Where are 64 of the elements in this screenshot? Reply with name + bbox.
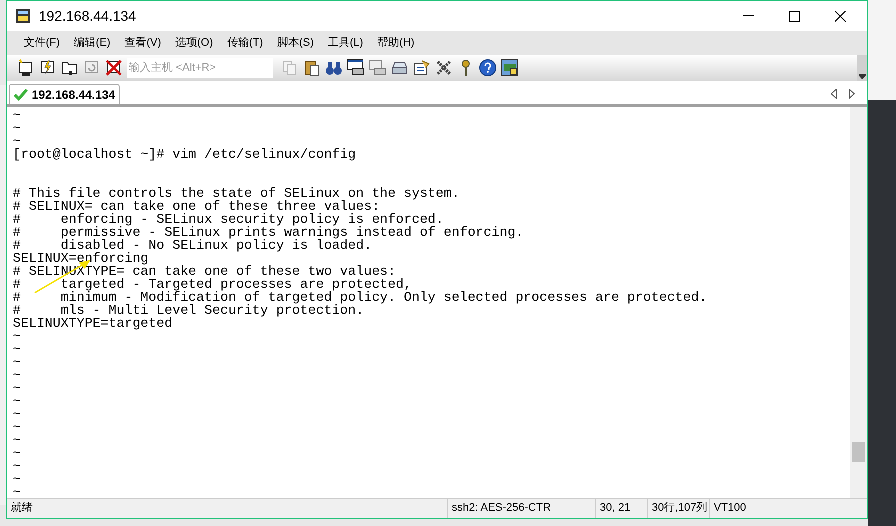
scrollbar[interactable] (850, 107, 867, 498)
terminal-line: ~ (13, 485, 21, 498)
menu-item[interactable]: 查看(V) (118, 34, 168, 52)
menu-item[interactable]: 选项(O) (168, 34, 220, 52)
status-text: 30, 21 (595, 499, 647, 518)
terminal-app-icon (15, 8, 31, 24)
cross-icon[interactable] (105, 59, 123, 77)
window-lock-icon[interactable] (501, 59, 519, 77)
status-text: 就绪 (10, 501, 34, 516)
properties-icon[interactable] (413, 59, 431, 77)
terminal-line: ~ (13, 108, 21, 123)
terminal-line: ~ (13, 121, 21, 136)
window-title: 192.168.44.134 (39, 6, 136, 26)
terminal-line: ~ (13, 407, 21, 422)
scroll-left-icon[interactable] (831, 89, 837, 99)
terminal-line: ~ (13, 420, 21, 435)
menu-item[interactable]: 帮助(H) (370, 34, 422, 52)
menu-item[interactable]: 传输(T) (220, 34, 270, 52)
terminal-line: ~ (13, 433, 21, 448)
terminal-line: # mls - Multi Level Security protection. (13, 303, 364, 318)
scrollbar-thumb[interactable] (852, 442, 865, 462)
monitor-printer-icon[interactable] (347, 59, 365, 77)
status-text: ssh2: AES-256-CTR (447, 499, 595, 518)
menu-item[interactable]: 工具(L) (321, 34, 370, 52)
session-tab[interactable]: 192.168.44.134 (9, 84, 120, 104)
terminal-line: # targeted - Targeted processes are protected, (13, 277, 412, 292)
terminal-line: [root@localhost ~]# vim /etc/selinux/config (13, 147, 356, 162)
terminal-line: # This file controls the state of SELinux on the system. (13, 186, 460, 201)
terminal-line: ~ (13, 446, 21, 461)
terminal-line: SELINUX=enforcing (13, 251, 149, 266)
terminal-line: ~ (13, 394, 21, 409)
terminal-line: # minimum - Modification of targeted policy. Only selected processes are protected. (13, 290, 708, 305)
terminal-line: # enforcing - SELinux security policy is enforced. (13, 212, 444, 227)
clipboard-icon[interactable] (303, 59, 321, 77)
terminal-line: ~ (13, 472, 21, 487)
binoculars-icon[interactable] (325, 59, 343, 77)
status-text: VT100 (709, 499, 769, 518)
computer-icon[interactable] (17, 59, 35, 77)
terminal-line: ~ (13, 381, 21, 396)
terminal-line: ~ (13, 459, 21, 474)
terminal-line: ~ (13, 329, 21, 344)
terminal-line: ~ (13, 342, 21, 357)
minimize-icon (742, 15, 754, 17)
printer-setup-icon[interactable] (369, 59, 387, 77)
terminal-line: SELINUXTYPE=targeted (13, 316, 173, 331)
terminal-line: # permissive - SELinux prints warnings instead of enforcing. (13, 225, 524, 240)
terminal-line: ~ (13, 355, 21, 370)
status-text: 30行,107列 (647, 499, 709, 518)
help-icon[interactable] (479, 59, 497, 77)
toolbar-overflow-button[interactable] (857, 55, 867, 81)
scroll-right-icon[interactable] (849, 89, 855, 99)
maximize-icon (788, 10, 800, 22)
terminal-line: # SELINUX= can take one of these three values: (13, 199, 380, 214)
terminal-line: # disabled - No SELinux policy is loaded. (13, 238, 372, 253)
menu-item[interactable]: 脚本(S) (270, 34, 321, 52)
terminal-line: ~ (13, 134, 21, 149)
tools-icon[interactable] (435, 59, 453, 77)
close-icon (834, 10, 846, 22)
menu-item[interactable]: 文件(F) (17, 34, 68, 52)
menu-item[interactable]: 编辑(E) (67, 34, 118, 52)
terminal-line: ~ (13, 368, 21, 383)
lightning-icon[interactable] (39, 59, 57, 77)
chevron-down-icon (858, 73, 866, 79)
host-field[interactable]: 输入主机 <Alt+R> (127, 58, 273, 78)
